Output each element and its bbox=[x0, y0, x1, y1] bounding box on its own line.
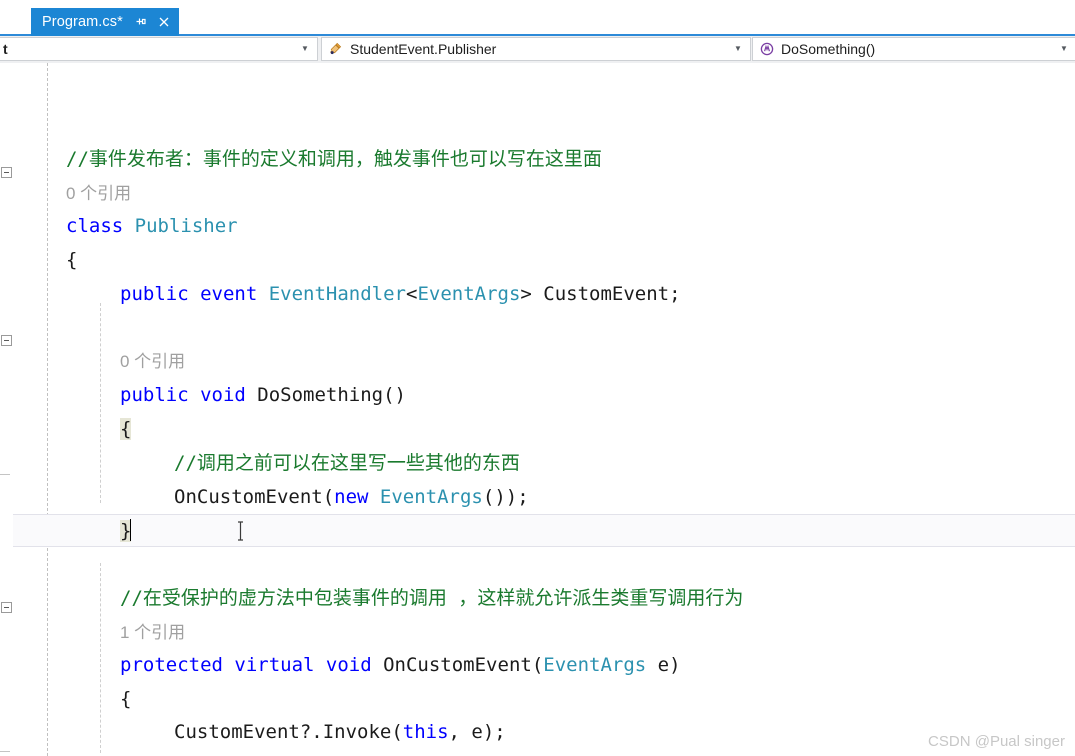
visual-studio-editor-window: Program.cs* t ▼ StudentEvent.Publisher ▼… bbox=[0, 0, 1075, 756]
indent-guide-0 bbox=[47, 63, 48, 756]
class-icon bbox=[328, 41, 344, 57]
pin-icon[interactable] bbox=[134, 15, 148, 29]
code-line: public void DoSomething() bbox=[120, 379, 406, 413]
codelens-reference-count[interactable]: 0 个引用 bbox=[120, 345, 185, 379]
code-token: OnCustomEvent( bbox=[383, 654, 544, 676]
code-token: OnCustomEvent( bbox=[174, 486, 335, 508]
comment-text: //调用之前可以在这里写一些其他的东西 bbox=[174, 452, 520, 474]
comment-text: //事件发布者：事件的定义和调用，触发事件也可以写在这里面 bbox=[66, 148, 602, 170]
code-token: public event bbox=[120, 283, 269, 305]
chevron-down-icon[interactable]: ▼ bbox=[297, 38, 313, 60]
fold-end-tick-0 bbox=[0, 474, 10, 475]
tab-strip: Program.cs* bbox=[0, 0, 1075, 36]
code-token: EventArgs bbox=[543, 654, 647, 676]
code-line: { bbox=[66, 244, 77, 278]
editor-tab-program-cs[interactable]: Program.cs* bbox=[31, 8, 179, 36]
code-token: protected virtual void bbox=[120, 654, 384, 676]
member-dropdown-value: DoSomething() bbox=[781, 41, 876, 57]
code-line: OnCustomEvent(new EventArgs()); bbox=[174, 481, 529, 515]
type-dropdown-value: StudentEvent.Publisher bbox=[350, 41, 497, 57]
code-token: { bbox=[120, 688, 132, 710]
member-dropdown[interactable]: DoSomething() ▼ bbox=[752, 37, 1075, 61]
code-token: < bbox=[406, 283, 418, 305]
code-line: { bbox=[120, 683, 131, 717]
code-line: class Publisher bbox=[66, 210, 238, 244]
code-token: { bbox=[66, 249, 78, 271]
code-token: this bbox=[402, 721, 449, 743]
code-token: DoSomething() bbox=[257, 384, 406, 406]
code-comment-line: //调用之前可以在这里写一些其他的东西 bbox=[174, 447, 520, 481]
project-dropdown-value: t bbox=[3, 41, 8, 57]
chevron-down-icon[interactable]: ▼ bbox=[730, 38, 746, 60]
code-line: { bbox=[120, 413, 132, 447]
navigation-bar: t ▼ StudentEvent.Publisher ▼ DoSomething… bbox=[0, 36, 1075, 63]
code-line: protected virtual void OnCustomEvent(Eve… bbox=[120, 649, 681, 683]
close-icon[interactable] bbox=[157, 15, 171, 29]
codelens-reference-count[interactable]: 0 个引用 bbox=[66, 177, 131, 211]
code-comment-line: //事件发布者：事件的定义和调用，触发事件也可以写在这里面 bbox=[66, 143, 602, 177]
fold-end-tick-1 bbox=[0, 751, 10, 752]
fold-toggle-0[interactable] bbox=[1, 167, 12, 178]
outlining-margin[interactable] bbox=[0, 63, 22, 756]
fold-toggle-1[interactable] bbox=[1, 335, 12, 346]
code-token: ()); bbox=[482, 486, 529, 508]
fold-toggle-2[interactable] bbox=[1, 602, 12, 613]
codelens-text[interactable]: 0 个引用 bbox=[120, 352, 185, 371]
code-token: EventArgs bbox=[417, 283, 521, 305]
codelens-text[interactable]: 0 个引用 bbox=[66, 184, 131, 203]
code-token: public void bbox=[120, 384, 258, 406]
method-icon bbox=[759, 41, 775, 57]
code-line: public event EventHandler<EventArgs> Cus… bbox=[120, 278, 681, 312]
code-token: e) bbox=[646, 654, 681, 676]
code-token: class bbox=[66, 215, 135, 237]
code-editor-surface[interactable]: //事件发布者：事件的定义和调用，触发事件也可以写在这里面 0 个引用 class … bbox=[0, 63, 1075, 756]
codelens-reference-count[interactable]: 1 个引用 bbox=[120, 616, 185, 650]
code-token: Publisher bbox=[134, 215, 238, 237]
code-line: } bbox=[120, 750, 131, 756]
code-token: , e); bbox=[448, 721, 506, 743]
watermark: CSDN @Pual singer bbox=[928, 733, 1065, 750]
text-caret bbox=[130, 519, 132, 541]
indent-guide-1 bbox=[100, 303, 101, 503]
code-token: CustomEvent?.Invoke( bbox=[174, 721, 403, 743]
comment-text: //在受保护的虚方法中包装事件的调用 ，这样就允许派生类重写调用行为 bbox=[120, 587, 744, 609]
chevron-down-icon[interactable]: ▼ bbox=[1056, 38, 1072, 60]
tab-label: Program.cs* bbox=[42, 14, 123, 30]
code-token: > CustomEvent; bbox=[520, 283, 681, 305]
project-dropdown[interactable]: t ▼ bbox=[0, 37, 318, 61]
code-token: EventHandler bbox=[268, 283, 406, 305]
code-line: } bbox=[120, 515, 132, 549]
code-line: CustomEvent?.Invoke(this, e); bbox=[174, 716, 506, 750]
code-token: new bbox=[334, 486, 380, 508]
current-line-highlight bbox=[13, 514, 1075, 547]
code-token: EventArgs bbox=[379, 486, 483, 508]
codelens-text[interactable]: 1 个引用 bbox=[120, 623, 185, 642]
code-token: { bbox=[120, 418, 132, 440]
type-dropdown[interactable]: StudentEvent.Publisher ▼ bbox=[321, 37, 751, 61]
code-comment-line: //在受保护的虚方法中包装事件的调用 ，这样就允许派生类重写调用行为 bbox=[120, 582, 743, 616]
indent-guide-2 bbox=[100, 563, 101, 753]
